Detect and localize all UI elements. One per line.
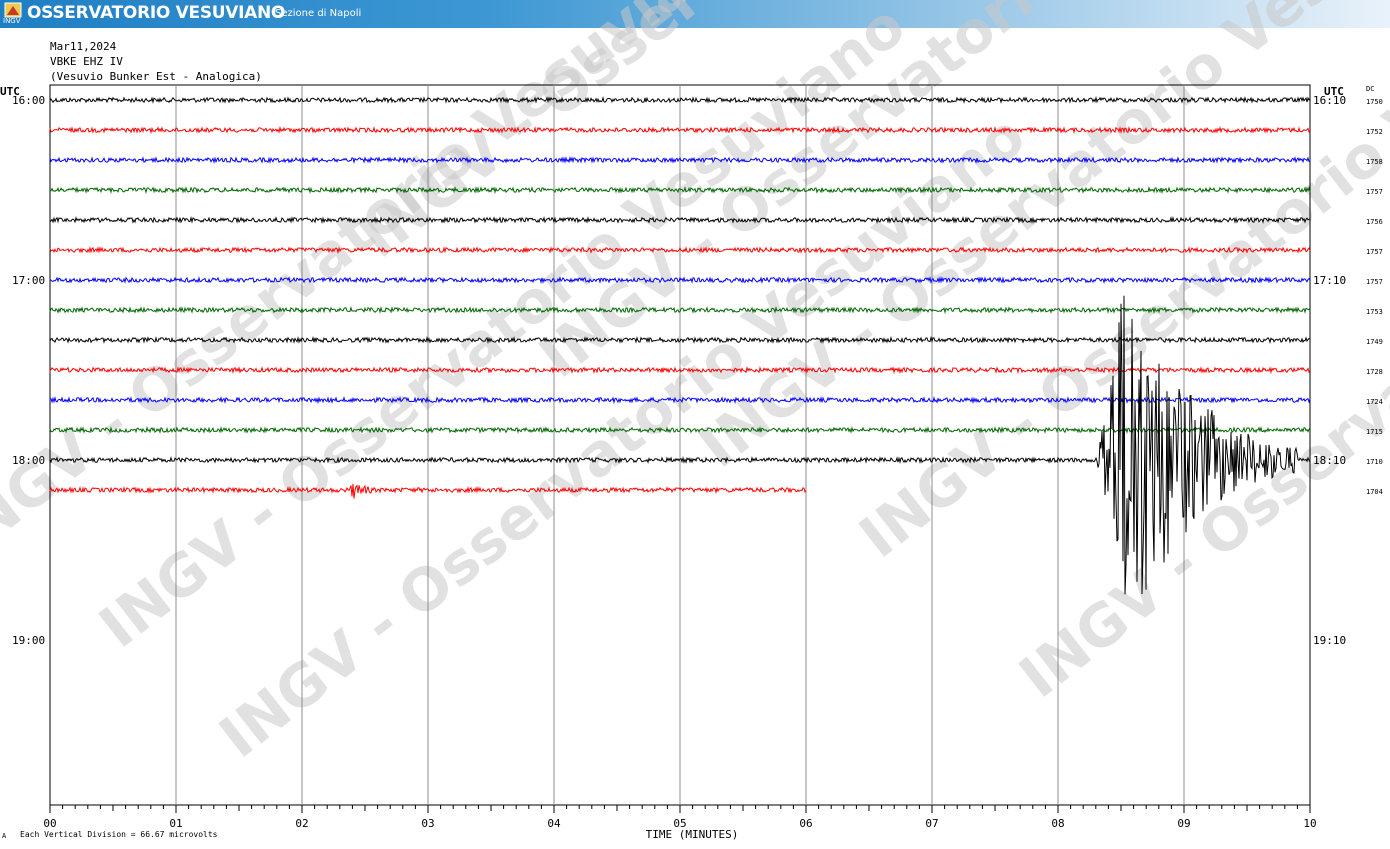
x-tick-label: 00 (43, 817, 56, 830)
dc-value: 1704 (1366, 488, 1383, 496)
x-tick-label: 04 (547, 817, 561, 830)
left-time-label: 18:00 (12, 454, 45, 467)
dc-value: 1757 (1366, 278, 1383, 286)
x-tick-label: 03 (421, 817, 434, 830)
dc-value: 1728 (1366, 368, 1383, 376)
dc-value: 1757 (1366, 188, 1383, 196)
dc-value: 1758 (1366, 158, 1383, 166)
x-tick-label: 09 (1177, 817, 1190, 830)
x-tick-label: 06 (799, 817, 812, 830)
dc-value: 1715 (1366, 428, 1383, 436)
right-time-label: 17:10 (1313, 274, 1346, 287)
scale-note: Each Vertical Division = 66.67 microvolt… (20, 830, 218, 839)
dc-value: 1753 (1366, 308, 1383, 316)
left-time-label: 19:00 (12, 634, 45, 647)
x-tick-label: 10 (1303, 817, 1316, 830)
watermark: INGV - Osservatorio VesuvianoINGV - Osse… (0, 0, 1390, 771)
dc-value: 1710 (1366, 458, 1383, 466)
dc-value: 1750 (1366, 98, 1383, 106)
left-time-label: 16:00 (12, 94, 45, 107)
helicorder-plot: INGV - Osservatorio VesuvianoINGV - Osse… (0, 0, 1390, 841)
dc-value: 1757 (1366, 248, 1383, 256)
dc-value: 1752 (1366, 128, 1383, 136)
dc-label: DC (1366, 85, 1374, 93)
dc-value: 1756 (1366, 218, 1383, 226)
right-time-label: 18:10 (1313, 454, 1346, 467)
x-tick-label: 02 (295, 817, 308, 830)
x-tick-label: 01 (169, 817, 182, 830)
dc-value: 1724 (1366, 398, 1383, 406)
x-tick-label: 08 (1051, 817, 1064, 830)
dc-value: 1749 (1366, 338, 1383, 346)
corner-mark: A (2, 832, 7, 840)
right-time-label: 16:10 (1313, 94, 1346, 107)
left-time-label: 17:00 (12, 274, 45, 287)
x-axis-label: TIME (MINUTES) (646, 828, 739, 841)
x-tick-label: 07 (925, 817, 938, 830)
right-time-label: 19:10 (1313, 634, 1346, 647)
